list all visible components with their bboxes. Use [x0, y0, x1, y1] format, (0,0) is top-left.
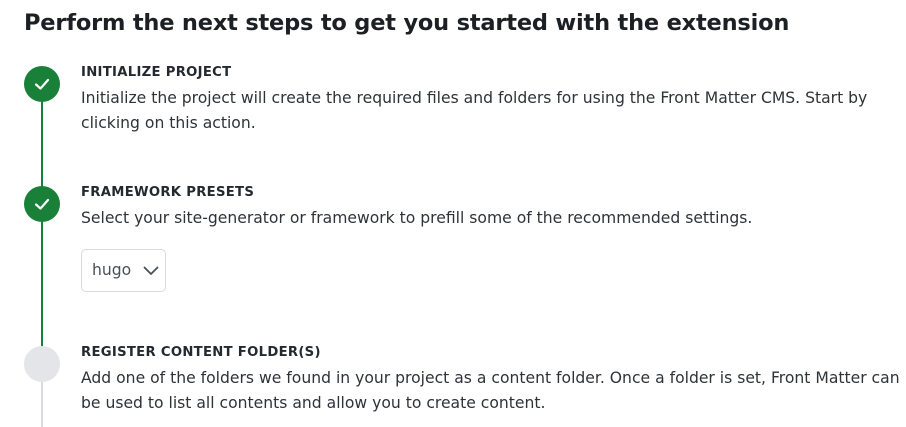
step-description: Initialize the project will create the r… — [81, 89, 868, 132]
timeline-rail-completed — [41, 205, 43, 360]
page-title: Perform the next steps to get you starte… — [24, 10, 790, 36]
step-description: Select your site-generator or framework … — [81, 209, 753, 227]
step-status-done — [24, 186, 60, 222]
step-title: FRAMEWORK PRESETS — [81, 185, 255, 200]
chevron-down-icon — [143, 266, 159, 275]
framework-select[interactable]: hugo — [81, 249, 166, 292]
step-title: INITIALIZE PROJECT — [81, 65, 232, 80]
check-icon — [34, 78, 50, 90]
check-icon — [34, 198, 50, 210]
framework-select-value: hugo — [92, 261, 132, 279]
step-status-pending — [24, 346, 60, 382]
step-title: REGISTER CONTENT FOLDER(S) — [81, 345, 321, 360]
getting-started-page: Perform the next steps to get you starte… — [0, 0, 906, 427]
step-description: Add one of the folders we found in your … — [81, 369, 900, 412]
step-status-done — [24, 66, 60, 102]
